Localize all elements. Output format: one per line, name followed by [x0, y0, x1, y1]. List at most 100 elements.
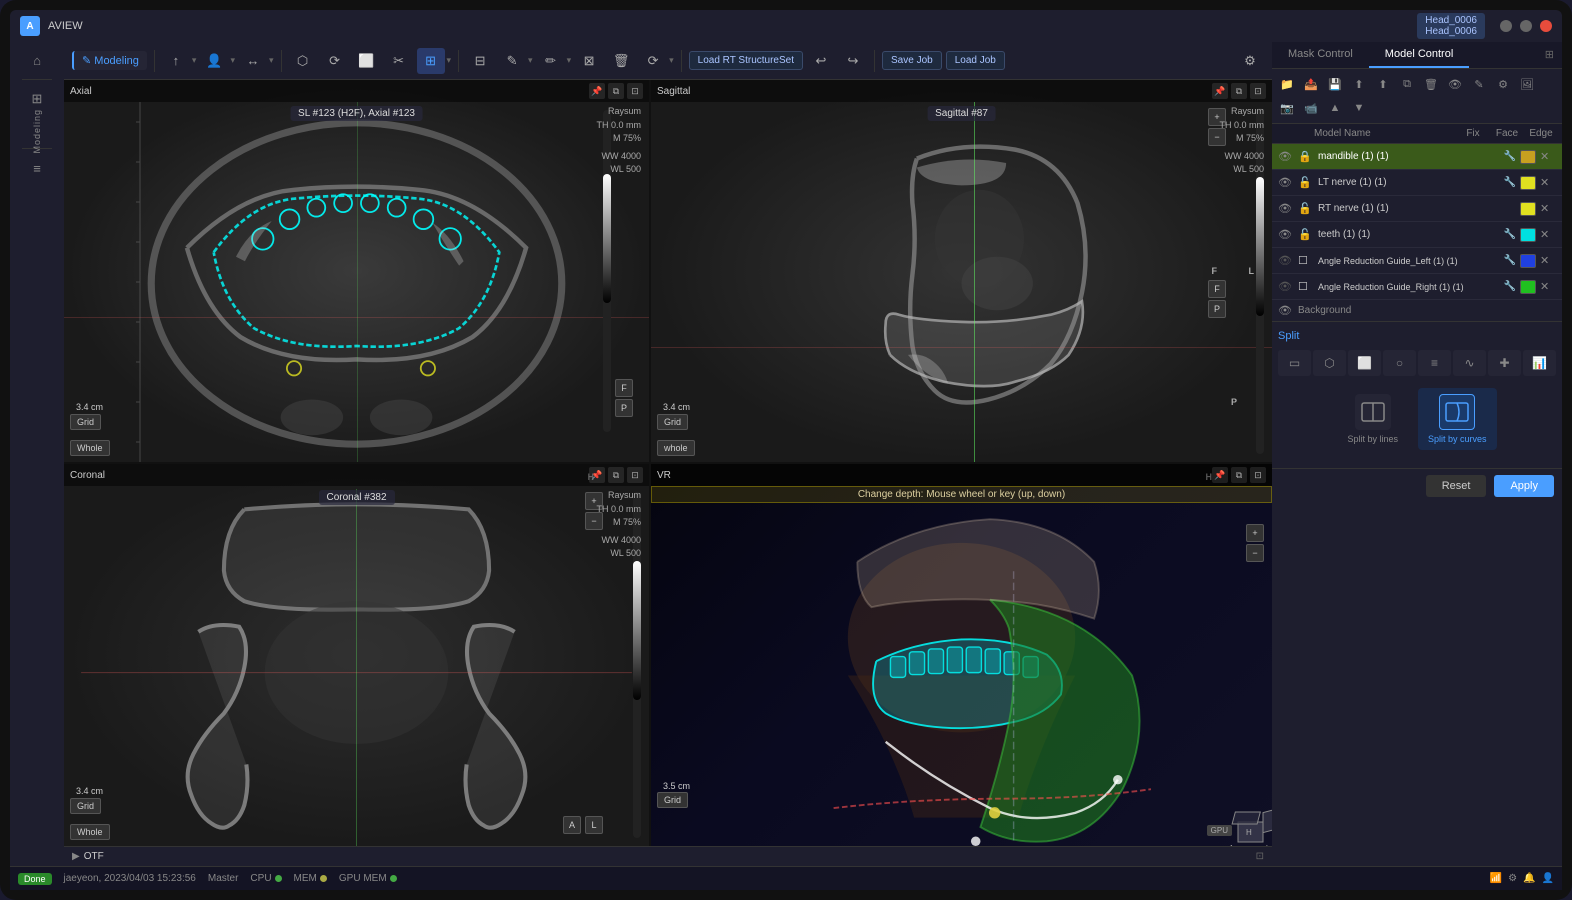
model-item-teeth[interactable]: 👁 🔓 teeth (1) (1) 🔧 ✕ — [1272, 222, 1562, 248]
lt-nerve-color[interactable] — [1520, 176, 1536, 190]
mt-eye-btn[interactable]: 👁 — [1444, 73, 1466, 95]
toolbar-user-dropdown-icon[interactable]: ▾ — [230, 55, 235, 66]
undo-btn[interactable]: ↩ — [807, 48, 835, 74]
angle-left-del-icon[interactable]: ✕ — [1540, 254, 1556, 267]
rt-nerve-lock-icon[interactable]: 🔓 — [1298, 202, 1314, 215]
coronal-grid-btn[interactable]: Grid — [70, 798, 101, 814]
user-badge[interactable]: Head_0006 Head_0006 — [1417, 13, 1485, 39]
teeth-fix-icon[interactable]: 🔧 — [1504, 229, 1516, 240]
mt-settings-btn[interactable]: ⚙ — [1492, 73, 1514, 95]
coronal-expand-icon[interactable]: ⊡ — [627, 467, 643, 483]
sidebar-modeler-icon[interactable]: Modeling — [19, 115, 55, 143]
mandible-visible-icon[interactable]: 👁 — [1278, 150, 1294, 163]
rt-nerve-del-icon[interactable]: ✕ — [1540, 202, 1556, 215]
coronal-nav-l-btn[interactable]: L — [585, 816, 603, 834]
toolbar-pen-btn[interactable]: ✎ — [498, 48, 526, 74]
model-item-angle-right[interactable]: 👁 ☐ Angle Reduction Guide_Right (1) (1) … — [1272, 274, 1562, 300]
teeth-del-icon[interactable]: ✕ — [1540, 228, 1556, 241]
axial-expand-icon[interactable]: ⊡ — [627, 83, 643, 99]
sagittal-viewport[interactable]: Sagittal 📌 ⧉ ⊡ Sagittal #87 Raysum TH 0.… — [651, 80, 1272, 462]
coronal-pin-icon[interactable]: 📌 — [589, 467, 605, 483]
mt-new-btn[interactable]: 📁 — [1276, 73, 1298, 95]
mt-up-btn[interactable]: ⬆ — [1348, 73, 1370, 95]
toolbar-transform-btn[interactable]: ⟳ — [639, 48, 667, 74]
mandible-color[interactable] — [1520, 150, 1536, 164]
coronal-nav-a-btn[interactable]: A — [563, 816, 581, 834]
otf-expand-icon[interactable]: ⊡ — [1256, 851, 1264, 862]
otf-section[interactable]: ▶ OTF ⊡ — [64, 846, 1272, 866]
sagittal-nav-f-btn[interactable]: F — [1208, 280, 1226, 298]
lt-nerve-del-icon[interactable]: ✕ — [1540, 176, 1556, 189]
mt-up-arrow-btn[interactable]: ▲ — [1324, 97, 1346, 119]
toolbar-delete-btn[interactable]: 🗑 — [607, 48, 635, 74]
status-user-icon[interactable]: 👤 — [1542, 873, 1554, 884]
rt-nerve-visible-icon[interactable]: 👁 — [1278, 202, 1294, 215]
angle-right-color[interactable] — [1520, 280, 1536, 294]
split-tool-6[interactable]: ∿ — [1453, 350, 1486, 376]
save-job-btn[interactable]: Save Job — [882, 51, 942, 70]
model-item-lt-nerve[interactable]: 👁 🔓 LT nerve (1) (1) 🔧 ✕ — [1272, 170, 1562, 196]
sagittal-nav-p2-btn[interactable]: P — [1208, 300, 1226, 318]
mandible-del-icon[interactable]: ✕ — [1540, 150, 1556, 163]
split-by-lines-btn[interactable]: Split by lines — [1337, 388, 1408, 450]
angle-left-visible-icon[interactable]: 👁 — [1278, 254, 1294, 267]
background-visible-icon[interactable]: 👁 — [1278, 304, 1292, 317]
lt-nerve-fix-icon[interactable]: 🔧 — [1504, 177, 1516, 188]
axial-copy-icon[interactable]: ⧉ — [608, 83, 624, 99]
status-settings-icon[interactable]: ⚙ — [1508, 873, 1517, 884]
split-tool-3[interactable]: ⬜ — [1348, 350, 1381, 376]
panel-expand-icon[interactable]: ⊞ — [1537, 42, 1562, 68]
model-control-tab[interactable]: Model Control — [1369, 42, 1469, 68]
close-button[interactable] — [1540, 20, 1552, 32]
apply-button[interactable]: Apply — [1494, 475, 1554, 497]
sagittal-grid-btn[interactable]: Grid — [657, 414, 688, 430]
mt-image-btn[interactable]: 🖼 — [1516, 73, 1538, 95]
mt-camera-btn[interactable]: 📷 — [1276, 97, 1298, 119]
redo-btn[interactable]: ↪ — [839, 48, 867, 74]
toolbar-pen-dropdown-icon[interactable]: ▾ — [528, 55, 533, 66]
sidebar-tools-icon[interactable]: ≡ — [19, 154, 55, 182]
toolbar-move-btn[interactable]: ↔ — [239, 48, 267, 74]
mt-copy-btn[interactable]: ⧉ — [1396, 73, 1418, 95]
mt-down-arrow-btn[interactable]: ▼ — [1348, 97, 1370, 119]
modeler-tab[interactable]: ✎ Modeling — [72, 51, 147, 70]
toolbar-compare-btn[interactable]: ⟳ — [321, 48, 349, 74]
axial-grid-btn[interactable]: Grid — [70, 414, 101, 430]
split-tool-7[interactable]: ✚ — [1488, 350, 1521, 376]
teeth-lock-icon[interactable]: 🔓 — [1298, 228, 1314, 241]
mandible-fix-icon[interactable]: 🔧 — [1504, 151, 1516, 162]
coronal-viewport[interactable]: Coronal 📌 ⧉ ⊡ Coronal #382 Raysum TH 0.0… — [64, 464, 649, 846]
split-tool-2[interactable]: ⬡ — [1313, 350, 1346, 376]
teeth-color[interactable] — [1520, 228, 1536, 242]
mt-save-btn[interactable]: 💾 — [1324, 73, 1346, 95]
maximize-button[interactable] — [1520, 20, 1532, 32]
axial-whole-btn[interactable]: Whole — [70, 440, 110, 456]
toolbar-grid-dropdown-icon[interactable]: ▾ — [447, 55, 452, 66]
split-tool-8[interactable]: 📊 — [1523, 350, 1556, 376]
sidebar-home-icon[interactable]: ⌂ — [19, 46, 55, 74]
load-job-btn[interactable]: Load Job — [946, 51, 1005, 70]
angle-left-checkbox[interactable]: ☐ — [1298, 254, 1314, 267]
model-item-angle-left[interactable]: 👁 ☐ Angle Reduction Guide_Left (1) (1) 🔧… — [1272, 248, 1562, 274]
sagittal-pin-icon[interactable]: 📌 — [1212, 83, 1228, 99]
toolbar-layout-btn[interactable]: ⬜ — [353, 48, 381, 74]
toolbar-transform-dropdown-icon[interactable]: ▾ — [669, 55, 674, 66]
coronal-whole-btn[interactable]: Whole — [70, 824, 110, 840]
mt-video-btn[interactable]: 📹 — [1300, 97, 1322, 119]
toolbar-cut-btn[interactable]: ✂ — [385, 48, 413, 74]
sagittal-copy-icon[interactable]: ⧉ — [1231, 83, 1247, 99]
split-tool-1[interactable]: ▭ — [1278, 350, 1311, 376]
toolbar-segment-btn[interactable]: ⬡ — [289, 48, 317, 74]
angle-right-del-icon[interactable]: ✕ — [1540, 280, 1556, 293]
reset-button[interactable]: Reset — [1426, 475, 1487, 497]
toolbar-ruler-btn[interactable]: ⊟ — [466, 48, 494, 74]
angle-right-visible-icon[interactable]: 👁 — [1278, 280, 1294, 293]
mt-export-btn[interactable]: 📤 — [1300, 73, 1322, 95]
vr-viewport[interactable]: Change depth: Mouse wheel or key (up, do… — [651, 464, 1272, 846]
toolbar-arrow-btn[interactable]: ↑ — [162, 48, 190, 74]
coronal-copy-icon[interactable]: ⧉ — [608, 467, 624, 483]
split-by-curves-btn[interactable]: Split by curves — [1418, 388, 1497, 450]
vr-scroll-down-btn[interactable]: − — [1246, 544, 1264, 562]
load-rt-btn[interactable]: Load RT StructureSet — [689, 51, 803, 70]
vr-copy-icon[interactable]: ⧉ — [1231, 467, 1247, 483]
